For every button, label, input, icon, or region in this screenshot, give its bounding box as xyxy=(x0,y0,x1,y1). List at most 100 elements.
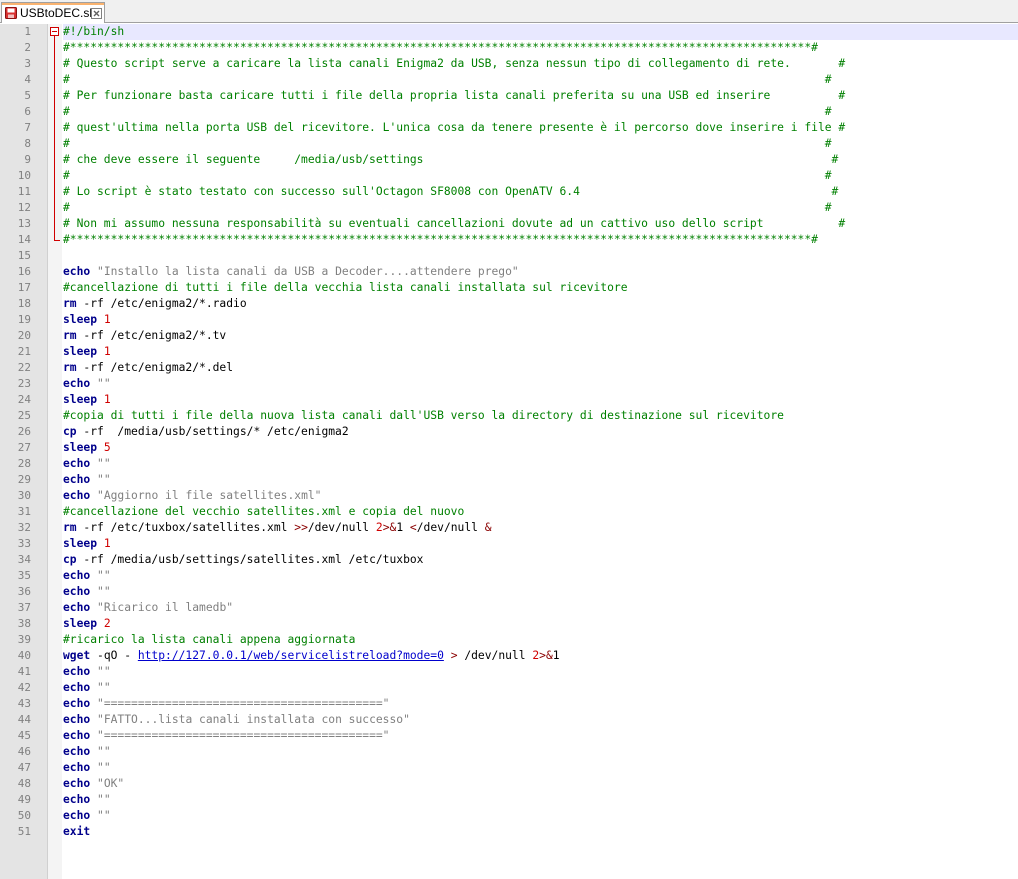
code-text[interactable]: #cancellazione del vecchio satellites.xm… xyxy=(63,504,1018,520)
code-line[interactable]: 16 echo "Installo la lista canali da USB … xyxy=(0,264,1018,280)
code-line[interactable]: 44 echo "FATTO...lista canali installata … xyxy=(0,712,1018,728)
code-link[interactable]: http://127.0.0.1/web/servicelistreload?m… xyxy=(138,649,444,662)
code-line[interactable]: 41 echo "" xyxy=(0,664,1018,680)
code-text[interactable]: echo "" xyxy=(63,568,1018,584)
code-text[interactable]: #***************************************… xyxy=(63,40,1018,56)
code-line[interactable]: 24 sleep 1 xyxy=(0,392,1018,408)
code-text[interactable]: # # xyxy=(63,200,1018,216)
code-line[interactable]: 22 rm -rf /etc/enigma2/*.del xyxy=(0,360,1018,376)
code-line[interactable]: 10 # # xyxy=(0,168,1018,184)
code-line[interactable]: 9 # che deve essere il seguente /media/us… xyxy=(0,152,1018,168)
code-line[interactable]: 2 #**************************************… xyxy=(0,40,1018,56)
code-text[interactable]: # quest'ultima nella porta USB del ricev… xyxy=(63,120,1018,136)
code-line[interactable]: 34 cp -rf /media/usb/settings/satellites.… xyxy=(0,552,1018,568)
code-line[interactable]: 32 rm -rf /etc/tuxbox/satellites.xml >>/d… xyxy=(0,520,1018,536)
code-line[interactable]: 40 wget -qO - http://127.0.0.1/web/servic… xyxy=(0,648,1018,664)
code-line[interactable]: 20 rm -rf /etc/enigma2/*.tv xyxy=(0,328,1018,344)
code-text[interactable]: echo "Installo la lista canali da USB a … xyxy=(63,264,1018,280)
code-line[interactable]: 29 echo "" xyxy=(0,472,1018,488)
code-text[interactable]: echo "" xyxy=(63,472,1018,488)
code-line[interactable]: 25 #copia di tutti i file della nuova lis… xyxy=(0,408,1018,424)
code-text[interactable]: #!/bin/sh xyxy=(63,24,1018,40)
code-text[interactable]: #copia di tutti i file della nuova lista… xyxy=(63,408,1018,424)
code-text[interactable]: #cancellazione di tutti i file della vec… xyxy=(63,280,1018,296)
code-line[interactable]: 23 echo "" xyxy=(0,376,1018,392)
code-line[interactable]: 39 #ricarico la lista canali appena aggio… xyxy=(0,632,1018,648)
code-text[interactable]: # # xyxy=(63,168,1018,184)
code-text[interactable]: rm -rf /etc/tuxbox/satellites.xml >>/dev… xyxy=(63,520,1018,536)
code-text[interactable]: # Lo script è stato testato con successo… xyxy=(63,184,1018,200)
code-text[interactable]: echo "==================================… xyxy=(63,728,1018,744)
code-text[interactable]: sleep 1 xyxy=(63,344,1018,360)
code-text[interactable]: sleep 1 xyxy=(63,536,1018,552)
code-line[interactable]: 30 echo "Aggiorno il file satellites.xml" xyxy=(0,488,1018,504)
code-text[interactable]: cp -rf /media/usb/settings/* /etc/enigma… xyxy=(63,424,1018,440)
code-line[interactable]: 42 echo "" xyxy=(0,680,1018,696)
code-text[interactable]: rm -rf /etc/enigma2/*.tv xyxy=(63,328,1018,344)
code-text[interactable]: echo "" xyxy=(63,584,1018,600)
code-text[interactable]: echo "==================================… xyxy=(63,696,1018,712)
code-line[interactable]: 6 # # xyxy=(0,104,1018,120)
code-text[interactable]: echo "FATTO...lista canali installata co… xyxy=(63,712,1018,728)
code-text[interactable]: echo "Aggiorno il file satellites.xml" xyxy=(63,488,1018,504)
code-text[interactable]: exit xyxy=(63,824,1018,840)
code-line[interactable]: 49 echo "" xyxy=(0,792,1018,808)
code-text[interactable]: # # xyxy=(63,104,1018,120)
code-line[interactable]: 35 echo "" xyxy=(0,568,1018,584)
code-line[interactable]: 8 # # xyxy=(0,136,1018,152)
code-text[interactable]: # # xyxy=(63,136,1018,152)
code-editor[interactable]: 1 #!/bin/sh 2 #****************************… xyxy=(0,24,1018,879)
code-line[interactable]: 51 exit xyxy=(0,824,1018,840)
code-text[interactable]: #ricarico la lista canali appena aggiorn… xyxy=(63,632,1018,648)
code-line[interactable]: 48 echo "OK" xyxy=(0,776,1018,792)
code-line[interactable]: 18 rm -rf /etc/enigma2/*.radio xyxy=(0,296,1018,312)
code-text[interactable]: # Per funzionare basta caricare tutti i … xyxy=(63,88,1018,104)
code-text[interactable] xyxy=(63,248,1018,264)
code-line[interactable]: 50 echo "" xyxy=(0,808,1018,824)
code-text[interactable]: sleep 5 xyxy=(63,440,1018,456)
code-line[interactable]: 1 #!/bin/sh xyxy=(0,24,1018,40)
code-text[interactable]: # Questo script serve a caricare la list… xyxy=(63,56,1018,72)
code-text[interactable]: sleep 1 xyxy=(63,312,1018,328)
code-line[interactable]: 13 # Non mi assumo nessuna responsabilità… xyxy=(0,216,1018,232)
tab-usbtodec[interactable]: USBtoDEC.sh xyxy=(1,2,105,23)
code-text[interactable]: #***************************************… xyxy=(63,232,1018,248)
code-text[interactable]: echo "" xyxy=(63,456,1018,472)
code-line[interactable]: 45 echo "================================… xyxy=(0,728,1018,744)
code-line[interactable]: 7 # quest'ultima nella porta USB del rice… xyxy=(0,120,1018,136)
code-text[interactable]: echo "" xyxy=(63,744,1018,760)
code-text[interactable]: echo "" xyxy=(63,808,1018,824)
code-text[interactable]: # che deve essere il seguente /media/usb… xyxy=(63,152,1018,168)
code-text[interactable]: # # xyxy=(63,72,1018,88)
code-text[interactable]: echo "" xyxy=(63,792,1018,808)
code-text[interactable]: echo "" xyxy=(63,680,1018,696)
code-text[interactable]: sleep 2 xyxy=(63,616,1018,632)
code-line[interactable]: 46 echo "" xyxy=(0,744,1018,760)
code-line[interactable]: 33 sleep 1 xyxy=(0,536,1018,552)
code-text[interactable]: sleep 1 xyxy=(63,392,1018,408)
code-line[interactable]: 47 echo "" xyxy=(0,760,1018,776)
code-line[interactable]: 14 #*************************************… xyxy=(0,232,1018,248)
code-line[interactable]: 11 # Lo script è stato testato con succes… xyxy=(0,184,1018,200)
code-line[interactable]: 15 xyxy=(0,248,1018,264)
code-line[interactable]: 37 echo "Ricarico il lamedb" xyxy=(0,600,1018,616)
code-line[interactable]: 36 echo "" xyxy=(0,584,1018,600)
code-line[interactable]: 4 # # xyxy=(0,72,1018,88)
code-text[interactable]: echo "" xyxy=(63,664,1018,680)
code-text[interactable]: wget -qO - http://127.0.0.1/web/servicel… xyxy=(63,648,1018,664)
code-line[interactable]: 43 echo "================================… xyxy=(0,696,1018,712)
code-line[interactable]: 28 echo "" xyxy=(0,456,1018,472)
code-text[interactable]: echo "" xyxy=(63,760,1018,776)
code-line[interactable]: 17 #cancellazione di tutti i file della v… xyxy=(0,280,1018,296)
code-line[interactable]: 38 sleep 2 xyxy=(0,616,1018,632)
code-line[interactable]: 19 sleep 1 xyxy=(0,312,1018,328)
close-icon[interactable] xyxy=(91,8,102,19)
code-text[interactable]: rm -rf /etc/enigma2/*.del xyxy=(63,360,1018,376)
code-text[interactable]: echo "OK" xyxy=(63,776,1018,792)
code-line[interactable]: 3 # Questo script serve a caricare la lis… xyxy=(0,56,1018,72)
code-line[interactable]: 31 #cancellazione del vecchio satellites.… xyxy=(0,504,1018,520)
code-text[interactable]: echo "Ricarico il lamedb" xyxy=(63,600,1018,616)
code-text[interactable]: cp -rf /media/usb/settings/satellites.xm… xyxy=(63,552,1018,568)
code-line[interactable]: 5 # Per funzionare basta caricare tutti i… xyxy=(0,88,1018,104)
code-text[interactable]: # Non mi assumo nessuna responsabilità s… xyxy=(63,216,1018,232)
